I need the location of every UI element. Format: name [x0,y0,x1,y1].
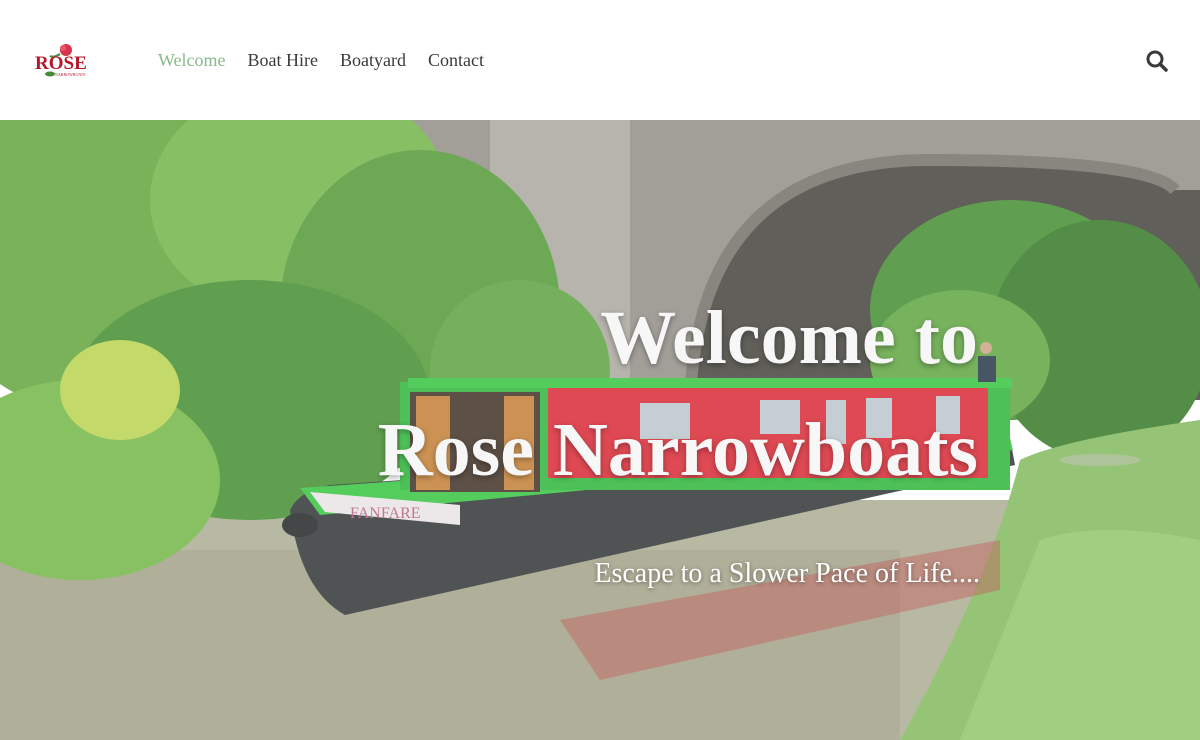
nav-boat-hire[interactable]: Boat Hire [248,47,318,73]
nav-boatyard[interactable]: Boatyard [340,47,406,73]
search-icon [1146,50,1168,72]
hero-headline-line2: Rose Narrowboats [377,408,978,492]
site-header: ROSE NARROWBOATS Welcome Boat Hire Boaty… [0,0,1200,120]
hero-headline-line1: Welcome to [600,296,978,380]
hero-banner: FANFARE Welcome to Rose Narrowboats Esca… [0,120,1200,740]
nav-welcome[interactable]: Welcome [158,47,226,73]
rose-logo-icon: ROSE NARROWBOATS [35,44,87,77]
logo-title: ROSE [35,53,87,74]
site-logo[interactable]: ROSE NARROWBOATS [30,42,92,80]
hero-tagline: Escape to a Slower Pace of Life.... [594,558,980,589]
search-button[interactable] [1144,48,1170,74]
logo-subtitle: NARROWBOATS [55,72,85,77]
nav-contact[interactable]: Contact [428,47,484,73]
main-nav: Welcome Boat Hire Boatyard Contact [158,47,506,73]
